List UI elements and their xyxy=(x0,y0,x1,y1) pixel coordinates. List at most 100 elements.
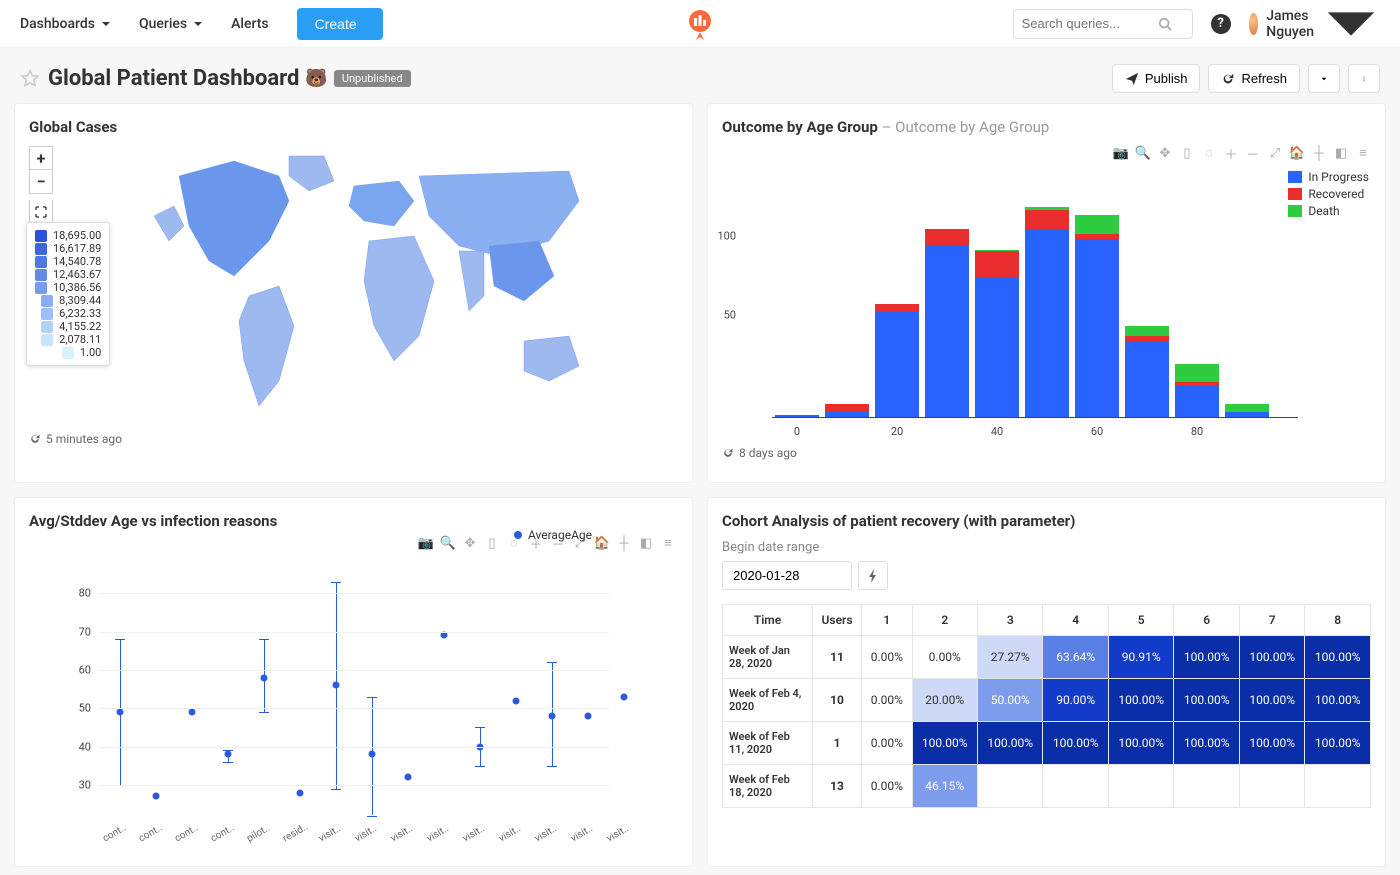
legend-item[interactable]: Death xyxy=(1288,204,1369,218)
zoom-out-button[interactable]: − xyxy=(29,170,53,194)
chevron-down-icon xyxy=(193,19,203,29)
hoverclosest-icon[interactable]: ◧ xyxy=(636,534,656,552)
camera-icon[interactable]: 📷 xyxy=(1111,144,1131,162)
zoom-icon[interactable]: 🔍 xyxy=(438,534,458,552)
param-row xyxy=(722,561,1371,590)
refresh-label: Refresh xyxy=(1241,71,1287,86)
lasso-icon[interactable]: ◌ xyxy=(1199,144,1219,162)
chevron-down-icon xyxy=(101,19,111,29)
autoscale-icon[interactable]: ⤢ xyxy=(1265,144,1285,162)
publish-label: Publish xyxy=(1145,71,1188,86)
reset-icon[interactable]: 🏠 xyxy=(1287,144,1307,162)
card-updated: 8 days ago xyxy=(722,446,1371,460)
x-tick: 40 xyxy=(972,425,1022,438)
help-icon[interactable]: ? xyxy=(1211,14,1231,34)
cell-value: 0.00% xyxy=(862,636,912,679)
x-axis xyxy=(772,417,1298,418)
cell-value: 100.00% xyxy=(1239,636,1304,679)
user-menu[interactable]: James Nguyen xyxy=(1249,0,1380,53)
cell-value: 0.00% xyxy=(862,765,912,808)
legend-item[interactable]: Recovered xyxy=(1288,187,1369,201)
world-map-icon xyxy=(139,146,589,426)
zoom-in-button[interactable]: + xyxy=(29,146,53,170)
nav-dashboards[interactable]: Dashboards xyxy=(20,16,111,32)
cell-users: 10 xyxy=(813,679,862,722)
bar-segment xyxy=(1125,341,1169,417)
legend-value: 1.00 xyxy=(80,346,101,359)
error-cap xyxy=(331,582,341,583)
fullscreen-button[interactable] xyxy=(29,200,53,224)
error-bar-chart[interactable]: cont..cont..cont..cont..pilot..resid..vi… xyxy=(59,574,619,844)
table-header: 6 xyxy=(1174,605,1239,636)
x-tick: 80 xyxy=(1172,425,1222,438)
cell-value: 100.00% xyxy=(1108,722,1173,765)
cell-value: 100.00% xyxy=(912,722,977,765)
camera-icon[interactable]: 📷 xyxy=(416,534,436,552)
search-icon xyxy=(1158,17,1172,31)
bar-chart[interactable]: 50100020406080 xyxy=(738,180,1298,440)
hovercompare-icon[interactable]: ≡ xyxy=(1353,144,1373,162)
search-input[interactable] xyxy=(1022,16,1152,31)
nav-alerts[interactable]: Alerts xyxy=(231,16,269,32)
table-header: 2 xyxy=(912,605,977,636)
cell-value xyxy=(1108,765,1173,808)
main-grid: Global Cases + − 18,695.0016,617.8914,54… xyxy=(0,103,1400,867)
error-cap xyxy=(259,639,269,640)
top-nav: Dashboards Queries Alerts Create ? James… xyxy=(0,0,1400,48)
create-button[interactable]: Create xyxy=(297,8,383,40)
x-category: visit.. xyxy=(461,817,498,845)
nav-queries[interactable]: Queries xyxy=(139,16,203,32)
zoom-icon[interactable]: 🔍 xyxy=(1133,144,1153,162)
bar-column xyxy=(772,207,822,417)
refresh-button[interactable]: Refresh xyxy=(1208,64,1300,93)
reset-icon[interactable]: 🏠 xyxy=(592,534,612,552)
data-point xyxy=(189,709,196,716)
data-point xyxy=(297,789,304,796)
card-updated-text: 8 days ago xyxy=(739,446,797,460)
bar-segment xyxy=(1175,364,1219,382)
cell-value: 100.00% xyxy=(1305,679,1371,722)
data-point xyxy=(333,682,340,689)
x-category: visit.. xyxy=(317,817,354,845)
zoomin-icon[interactable]: ＋ xyxy=(1221,144,1241,162)
cell-value: 0.00% xyxy=(862,679,912,722)
boxselect-icon[interactable]: ▯ xyxy=(1177,144,1197,162)
refresh-dropdown-button[interactable] xyxy=(1308,64,1340,93)
spikelines-icon[interactable]: ┼ xyxy=(614,534,634,552)
boxselect-icon[interactable]: ▯ xyxy=(482,534,502,552)
chart-toolbar: 📷 🔍 ✥ ▯ ◌ ＋ － ⤢ 🏠 ┼ ◧ ≡ xyxy=(1111,144,1373,162)
pan-icon[interactable]: ✥ xyxy=(1155,144,1175,162)
publish-button[interactable]: Publish xyxy=(1112,64,1201,93)
x-category: visit.. xyxy=(605,817,642,845)
bar-column xyxy=(1222,207,1272,417)
apply-param-button[interactable] xyxy=(858,561,888,590)
refresh-icon xyxy=(1221,72,1235,86)
spikelines-icon[interactable]: ┼ xyxy=(1309,144,1329,162)
cell-value: 100.00% xyxy=(1108,679,1173,722)
search-input-wrap[interactable] xyxy=(1013,9,1193,39)
cell-time: Week of Feb 18, 2020 xyxy=(723,765,813,808)
chart-legend: AverageAge xyxy=(514,528,592,542)
map-plot[interactable]: + − 18,695.0016,617.8914,540.7812,463.67… xyxy=(29,146,678,426)
gridline xyxy=(99,747,609,748)
legend-item[interactable]: In Progress xyxy=(1288,170,1369,184)
hovercompare-icon[interactable]: ≡ xyxy=(658,534,678,552)
bar-segment xyxy=(1125,326,1169,336)
x-tick xyxy=(1122,425,1172,438)
legend-swatch xyxy=(41,334,53,346)
more-menu-button[interactable] xyxy=(1348,64,1380,93)
x-category: visit.. xyxy=(425,817,462,845)
pan-icon[interactable]: ✥ xyxy=(460,534,480,552)
table-row: Week of Jan 28, 2020110.00%0.00%27.27%63… xyxy=(723,636,1371,679)
refresh-icon xyxy=(722,447,734,459)
card-title-sub: Outcome by Age Group xyxy=(895,118,1049,136)
hoverclosest-icon[interactable]: ◧ xyxy=(1331,144,1351,162)
favorite-icon[interactable] xyxy=(20,69,40,89)
gridline xyxy=(99,670,609,671)
zoomout-icon[interactable]: － xyxy=(1243,144,1263,162)
legend-row: 1.00 xyxy=(35,346,101,359)
fullscreen-icon xyxy=(35,206,47,218)
date-range-input[interactable] xyxy=(722,561,852,590)
cell-time: Week of Jan 28, 2020 xyxy=(723,636,813,679)
bar-segment xyxy=(825,411,869,417)
